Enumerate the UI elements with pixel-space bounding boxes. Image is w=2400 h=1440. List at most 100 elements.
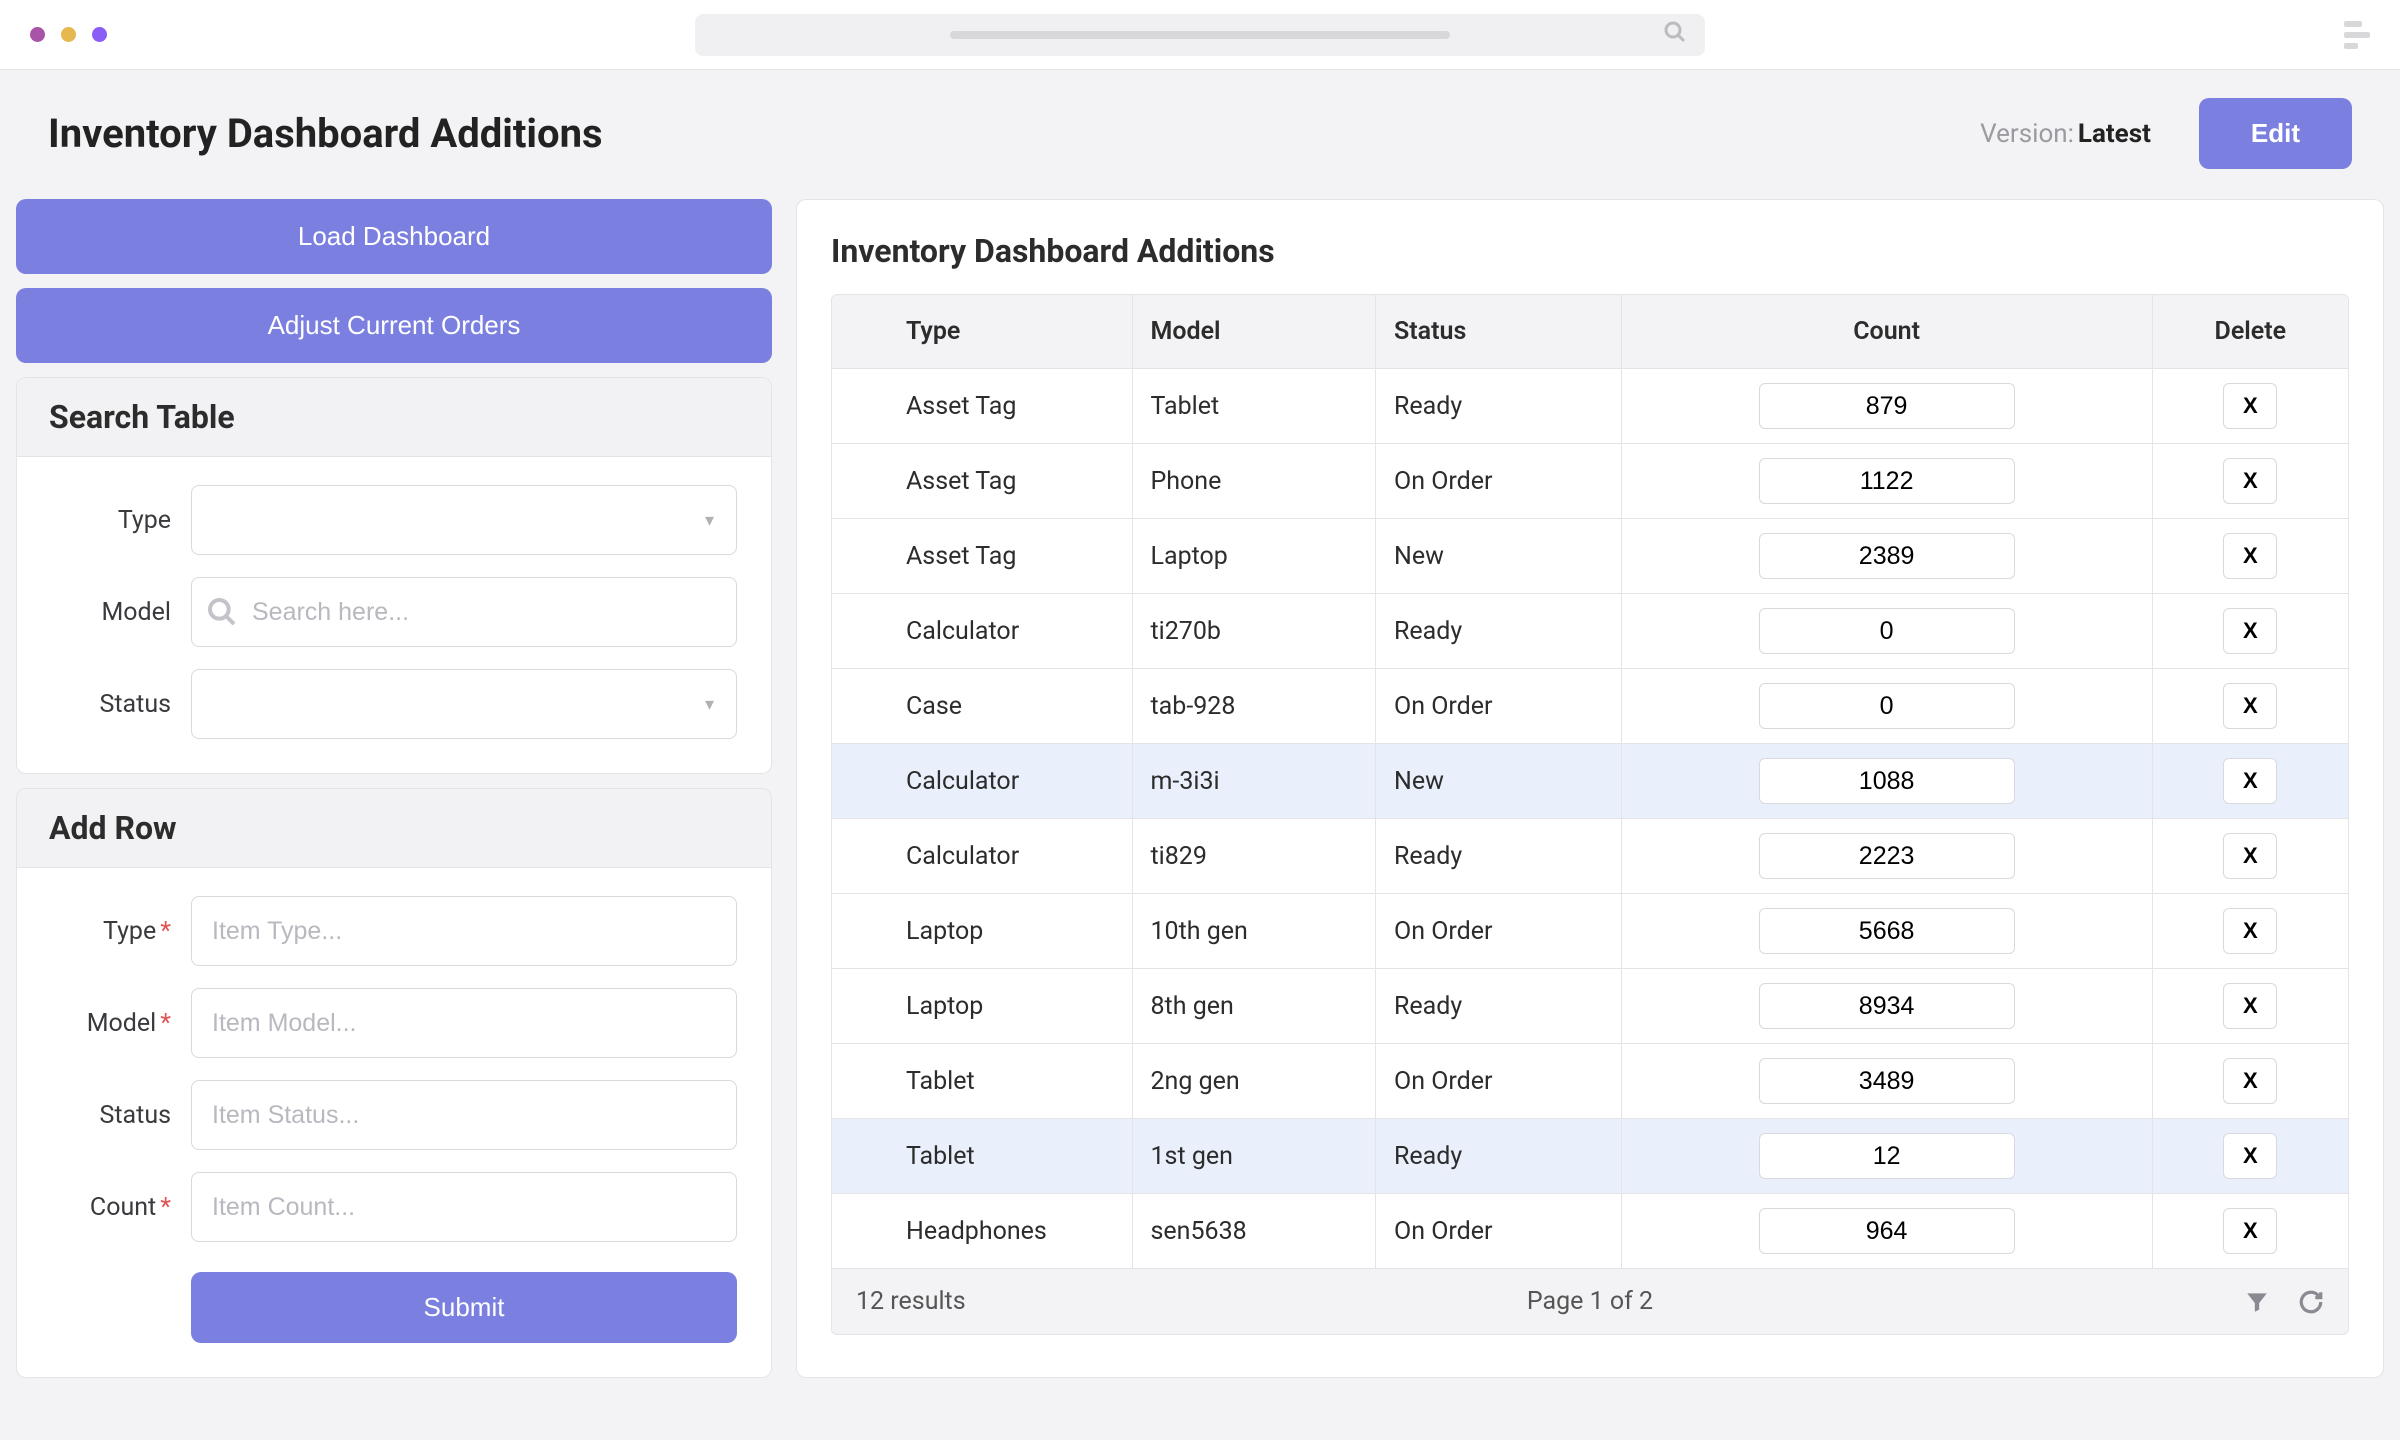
col-delete: Delete [2152, 295, 2348, 369]
col-model[interactable]: Model [1132, 295, 1376, 369]
results-count: 12 results [856, 1287, 966, 1316]
cell-model: 10th gen [1132, 894, 1376, 969]
cell-delete: X [2152, 969, 2348, 1044]
delete-button[interactable]: X [2223, 1058, 2277, 1104]
cell-status: New [1376, 519, 1622, 594]
minimize-window-icon[interactable] [61, 27, 76, 42]
delete-button[interactable]: X [2223, 683, 2277, 729]
cell-status: Ready [1376, 369, 1622, 444]
count-input[interactable] [1759, 758, 2015, 804]
cell-model: Phone [1132, 444, 1376, 519]
delete-button[interactable]: X [2223, 1133, 2277, 1179]
delete-button[interactable]: X [2223, 458, 2277, 504]
page-indicator: Page 1 of 2 [1527, 1287, 1653, 1316]
count-input[interactable] [1759, 1208, 2015, 1254]
cell-type: Asset Tag [832, 369, 1132, 444]
addrow-model-input[interactable] [191, 988, 737, 1058]
load-dashboard-button[interactable]: Load Dashboard [16, 199, 772, 274]
cell-delete: X [2152, 1044, 2348, 1119]
addrow-type-input[interactable] [191, 896, 737, 966]
count-input[interactable] [1759, 608, 2015, 654]
count-input[interactable] [1759, 383, 2015, 429]
table-row: Calculatorm-3i3iNewX [832, 744, 2348, 819]
delete-button[interactable]: X [2223, 758, 2277, 804]
count-input[interactable] [1759, 908, 2015, 954]
inventory-table: Type Model Status Count Delete Asset Tag… [832, 295, 2348, 1269]
cell-delete: X [2152, 744, 2348, 819]
count-input[interactable] [1759, 833, 2015, 879]
search-panel-title: Search Table [17, 378, 771, 457]
cell-count [1621, 1194, 2152, 1269]
count-input[interactable] [1759, 1058, 2015, 1104]
addrow-status-input[interactable] [191, 1080, 737, 1150]
cell-count [1621, 369, 2152, 444]
delete-button[interactable]: X [2223, 533, 2277, 579]
count-input[interactable] [1759, 983, 2015, 1029]
cell-model: ti270b [1132, 594, 1376, 669]
adjust-orders-button[interactable]: Adjust Current Orders [16, 288, 772, 363]
close-window-icon[interactable] [30, 27, 45, 42]
table-row: Asset TagPhoneOn OrderX [832, 444, 2348, 519]
maximize-window-icon[interactable] [92, 27, 107, 42]
delete-button[interactable]: X [2223, 983, 2277, 1029]
cell-delete: X [2152, 519, 2348, 594]
chrome-search-bar[interactable] [695, 14, 1705, 56]
search-model-label: Model [51, 598, 171, 627]
cell-model: m-3i3i [1132, 744, 1376, 819]
count-input[interactable] [1759, 533, 2015, 579]
edit-button[interactable]: Edit [2199, 98, 2352, 169]
cell-status: On Order [1376, 894, 1622, 969]
search-icon [206, 596, 238, 628]
main-content: Inventory Dashboard Additions Type Model… [796, 199, 2384, 1378]
submit-button[interactable]: Submit [191, 1272, 737, 1343]
menu-icon[interactable] [2344, 21, 2370, 49]
table-row: Tablet1st genReadyX [832, 1119, 2348, 1194]
cell-model: sen5638 [1132, 1194, 1376, 1269]
delete-button[interactable]: X [2223, 608, 2277, 654]
delete-button[interactable]: X [2223, 908, 2277, 954]
cell-model: tab-928 [1132, 669, 1376, 744]
delete-button[interactable]: X [2223, 1208, 2277, 1254]
cell-delete: X [2152, 1119, 2348, 1194]
cell-type: Laptop [832, 969, 1132, 1044]
refresh-icon[interactable] [2298, 1289, 2324, 1315]
table-row: Casetab-928On OrderX [832, 669, 2348, 744]
cell-delete: X [2152, 444, 2348, 519]
table-row: Laptop10th genOn OrderX [832, 894, 2348, 969]
cell-status: New [1376, 744, 1622, 819]
delete-button[interactable]: X [2223, 383, 2277, 429]
table-row: Asset TagLaptopNewX [832, 519, 2348, 594]
count-input[interactable] [1759, 458, 2015, 504]
cell-delete: X [2152, 594, 2348, 669]
chevron-down-icon: ▾ [705, 694, 714, 715]
cell-model: 1st gen [1132, 1119, 1376, 1194]
cell-count [1621, 594, 2152, 669]
addrow-type-label: Type* [51, 917, 171, 946]
inventory-table-wrap: Type Model Status Count Delete Asset Tag… [831, 294, 2349, 1335]
filter-icon[interactable] [2244, 1289, 2270, 1315]
count-input[interactable] [1759, 683, 2015, 729]
cell-type: Headphones [832, 1194, 1132, 1269]
cell-count [1621, 444, 2152, 519]
cell-model: 2ng gen [1132, 1044, 1376, 1119]
search-model-input[interactable] [252, 598, 722, 627]
table-row: Headphonessen5638On Order X [832, 1194, 2348, 1269]
cell-model: ti829 [1132, 819, 1376, 894]
cell-count [1621, 669, 2152, 744]
cell-status: On Order [1376, 1194, 1622, 1269]
search-status-select[interactable]: ▾ [191, 669, 737, 739]
table-row: Tablet2ng genOn OrderX [832, 1044, 2348, 1119]
table-row: Asset TagTabletReady X [832, 369, 2348, 444]
add-row-title: Add Row [17, 789, 771, 868]
count-input[interactable] [1759, 1133, 2015, 1179]
version-value: Latest [2078, 119, 2151, 149]
addrow-count-input[interactable] [191, 1172, 737, 1242]
delete-button[interactable]: X [2223, 833, 2277, 879]
col-count[interactable]: Count [1621, 295, 2152, 369]
addrow-count-label: Count* [51, 1193, 171, 1222]
search-type-select[interactable]: ▾ [191, 485, 737, 555]
col-type[interactable]: Type [832, 295, 1132, 369]
col-status[interactable]: Status [1376, 295, 1622, 369]
cell-delete: X [2152, 669, 2348, 744]
cell-model: Tablet [1132, 369, 1376, 444]
